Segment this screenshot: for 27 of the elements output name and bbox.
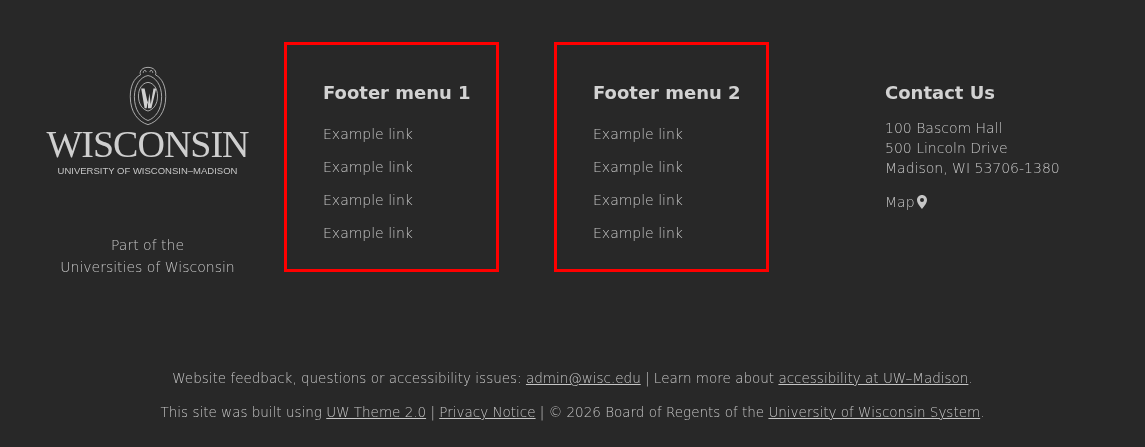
footer-text: Website feedback, questions or accessibility issues: admin@wisc.edu | Learn more about accessibility at UW–Madison. (172, 369, 973, 389)
footer-link[interactable]: Example link (323, 217, 413, 250)
contact-heading: Contact Us (885, 81, 995, 105)
footer-link[interactable]: accessibility at UW–Madison (778, 370, 969, 386)
affiliation-text: Universities of Wisconsin (60, 258, 235, 277)
map-link[interactable]: Map (885, 194, 927, 210)
footer-link[interactable]: Privacy Notice (439, 404, 536, 420)
footer-link[interactable]: UW Theme 2.0 (326, 404, 427, 420)
footer-link[interactable]: Example link (593, 151, 683, 184)
footer-link[interactable]: Example link (593, 118, 683, 151)
footer-link[interactable]: Example link (593, 184, 683, 217)
footer-link[interactable]: Example link (323, 184, 413, 217)
address-line: 100 Bascom Hall (885, 119, 1004, 138)
address-line: Madison, WI 53706-1380 (885, 159, 1060, 178)
footer-link[interactable]: Example link (323, 118, 413, 151)
menu-heading: Footer menu 1 (323, 81, 471, 105)
footer-link[interactable]: Example link (323, 151, 413, 184)
logo-subtitle: UNIVERSITY OF WISCONSIN–MADISON (57, 165, 238, 176)
footer-link[interactable]: Example link (593, 217, 683, 250)
logo-wordmark: WISCONSIN (46, 126, 249, 162)
menu-heading: Footer menu 2 (593, 81, 741, 105)
footer-link[interactable]: admin@wisc.edu (525, 370, 641, 386)
affiliation-text: Part of the (110, 236, 185, 255)
footer-link[interactable]: University of Wisconsin System (768, 404, 981, 420)
footer-text: This site was built using UW Theme 2.0 | Privacy Notice | © 2026 Board of Regents of the University of Wisconsin System. (160, 403, 985, 423)
map-pin-icon (916, 195, 927, 209)
address-line: 500 Lincoln Drive (885, 139, 1009, 158)
